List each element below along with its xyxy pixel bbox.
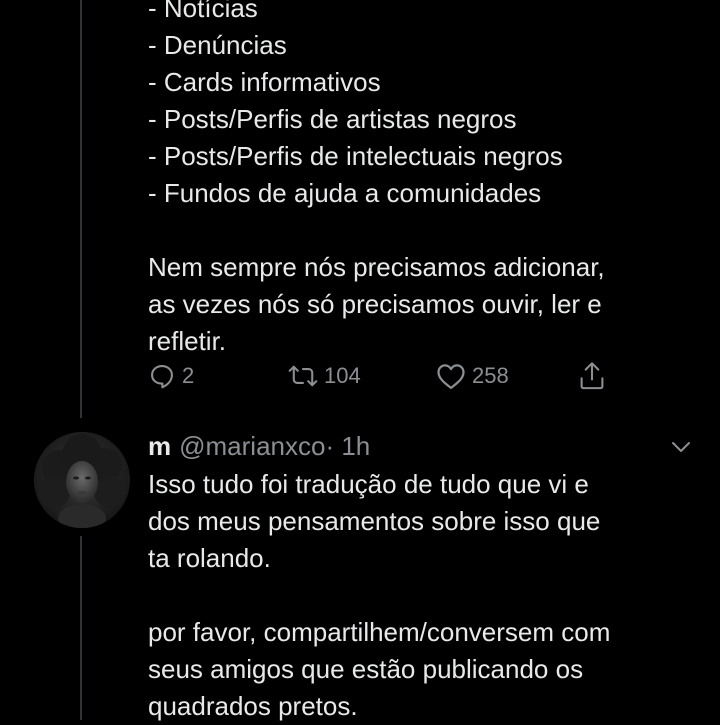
tweet-header: m @marianxco· 1h: [148, 428, 370, 464]
reply-icon: [148, 362, 176, 390]
display-name[interactable]: m: [148, 431, 171, 461]
tweet-text-line: dos meus pensamentos sobre isso que: [148, 506, 601, 536]
retweet-count: 104: [324, 363, 361, 388]
retweet-button[interactable]: 104: [288, 358, 361, 394]
chevron-down-icon[interactable]: [668, 438, 694, 456]
thread-connector-line: [80, 0, 82, 418]
tweet-text-line: as vezes nós só precisamos ouvir, ler e: [148, 289, 602, 319]
tweet-text-line: Isso tudo foi tradução de tudo que vi e: [148, 469, 589, 499]
tweet-previous[interactable]: - Notícias - Denúncias - Cards informati…: [148, 0, 708, 360]
list-item: - Fundos de ajuda a comunidades: [148, 178, 542, 208]
user-handle[interactable]: @marianxco: [179, 431, 325, 461]
reply-button[interactable]: 2: [148, 358, 194, 394]
like-count: 258: [472, 363, 509, 388]
tweet-text-line: Nem sempre nós precisamos adicionar,: [148, 252, 605, 282]
tweet-paragraph: Nem sempre nós precisamos adicionar, as …: [148, 249, 708, 360]
list-item: - Denúncias: [148, 30, 287, 60]
tweet-body: Isso tudo foi tradução de tudo que vi e …: [148, 466, 708, 725]
like-button[interactable]: 258: [436, 358, 509, 394]
retweet-icon: [288, 362, 318, 390]
tweet-text-line: ta rolando.: [148, 543, 271, 573]
heart-icon: [436, 362, 466, 390]
tweet-list: - Notícias - Denúncias - Cards informati…: [148, 0, 708, 212]
tweet-text-line: seus amigos que estão publicando os: [148, 654, 584, 684]
tweet-text-line: por favor, compartilhem/conversem com: [148, 617, 611, 647]
timestamp[interactable]: · 1h: [325, 431, 370, 461]
tweet-text-line: quadrados pretos.: [148, 691, 358, 721]
thread-connector-line-lower: [80, 536, 82, 720]
avatar[interactable]: [34, 432, 130, 528]
share-icon: [578, 361, 606, 391]
tweet-action-bar: 2 104 258: [148, 358, 628, 394]
list-item: - Cards informativos: [148, 67, 381, 97]
list-item: - Posts/Perfis de intelectuais negros: [148, 141, 563, 171]
list-item: - Notícias: [148, 0, 258, 23]
tweet-text-line: refletir.: [148, 326, 227, 356]
list-item: - Posts/Perfis de artistas negros: [148, 104, 517, 134]
share-button[interactable]: [578, 358, 606, 394]
reply-count: 2: [182, 363, 195, 388]
